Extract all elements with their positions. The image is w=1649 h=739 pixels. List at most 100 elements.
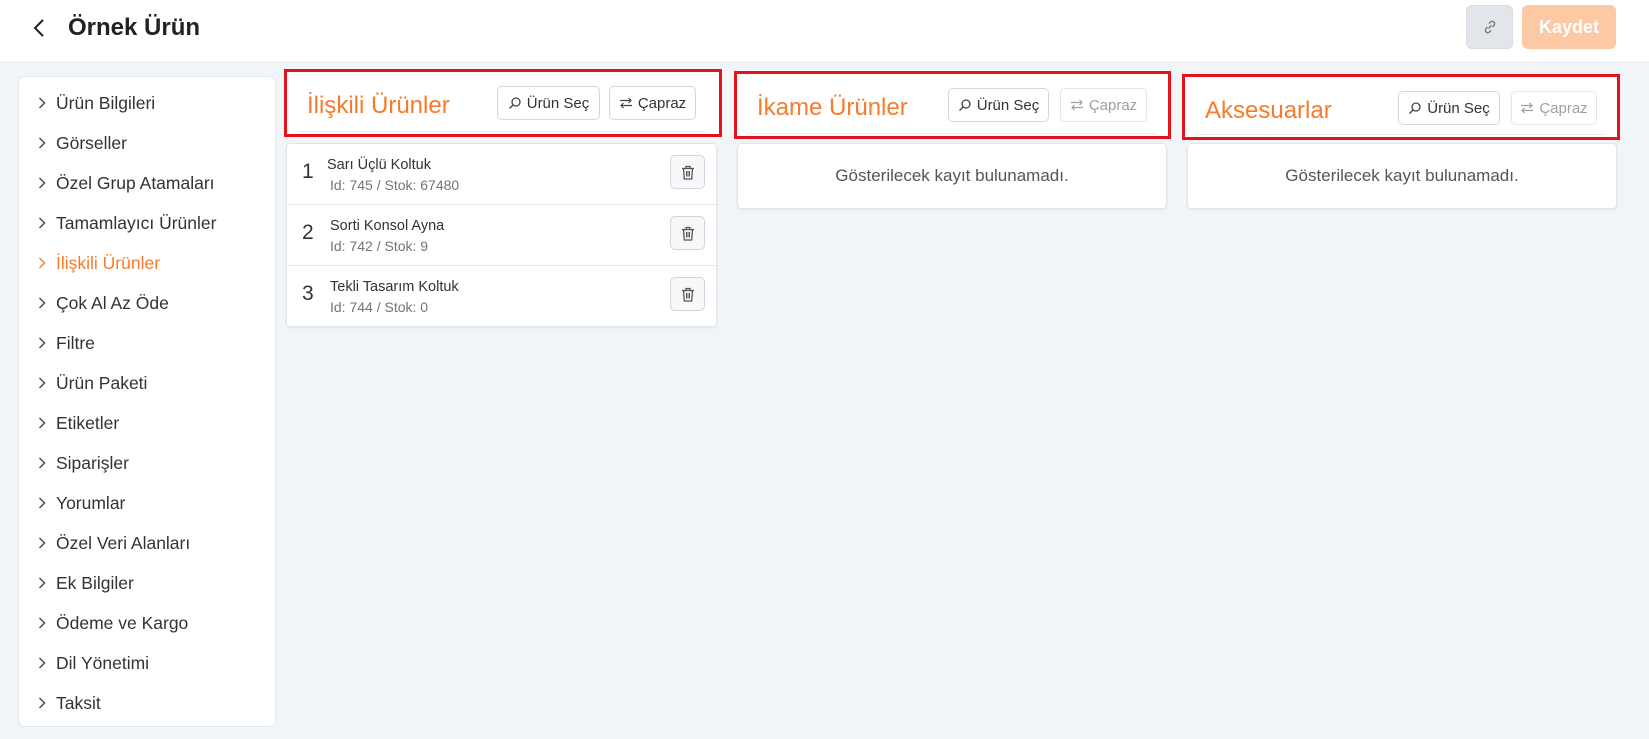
cross-label: Çapraz bbox=[1088, 96, 1138, 114]
product-meta: Id: 742 / Stok: 9 bbox=[330, 238, 429, 254]
sidebar-item-label: Ek Bilgiler bbox=[56, 572, 134, 593]
item-number: 2 bbox=[302, 221, 314, 244]
sidebar-item-label: Siparişler bbox=[56, 452, 129, 473]
chevron-right-icon bbox=[35, 336, 49, 350]
sidebar-item-label: Etiketler bbox=[56, 412, 120, 433]
chevron-right-icon bbox=[35, 136, 49, 150]
chevron-right-icon bbox=[35, 96, 49, 110]
panel-header-related-products: İlişkili Ürünler Ürün Seç Çapraz bbox=[284, 69, 722, 137]
panel-title: İkame Ürünler bbox=[757, 94, 908, 121]
search-icon bbox=[1409, 102, 1421, 114]
delete-button[interactable] bbox=[670, 216, 705, 250]
list-item: 3 Tekli Tasarım Koltuk Id: 744 / Stok: 0 bbox=[287, 266, 716, 327]
select-product-button[interactable]: Ürün Seç bbox=[948, 88, 1049, 122]
delete-button[interactable] bbox=[670, 155, 705, 189]
cross-button[interactable]: Çapraz bbox=[1511, 91, 1597, 125]
sidebar-item[interactable]: Ek Bilgiler bbox=[35, 569, 134, 597]
select-product-button[interactable]: Ürün Seç bbox=[497, 86, 600, 120]
sidebar-item[interactable]: Görseller bbox=[35, 129, 127, 157]
link-button[interactable] bbox=[1466, 5, 1513, 49]
item-number: 1 bbox=[302, 160, 314, 183]
chevron-right-icon bbox=[35, 456, 49, 470]
chevron-right-icon bbox=[35, 576, 49, 590]
panel-header-accessories: Aksesuarlar Ürün Seç Çapraz bbox=[1182, 74, 1620, 140]
chevron-right-icon bbox=[35, 616, 49, 630]
sidebar-item[interactable]: Taksit bbox=[35, 689, 101, 717]
product-name: Tekli Tasarım Koltuk bbox=[330, 279, 459, 295]
cross-button[interactable]: Çapraz bbox=[609, 86, 696, 120]
sidebar-item-label: Tamamlayıcı Ürünler bbox=[56, 212, 217, 233]
empty-state: Gösterilecek kayıt bulunamadı. bbox=[737, 143, 1167, 209]
sidebar-item-label: Özel Veri Alanları bbox=[56, 532, 191, 553]
list-item: 2 Sorti Konsol Ayna Id: 742 / Stok: 9 bbox=[287, 205, 716, 266]
sidebar-item[interactable]: Yorumlar bbox=[35, 489, 125, 517]
product-name: Sarı Üçlü Koltuk bbox=[327, 157, 431, 173]
sidebar-item-label: Görseller bbox=[56, 132, 127, 153]
link-icon bbox=[1484, 20, 1495, 34]
sidebar-item-label: İlişkili Ürünler bbox=[56, 252, 161, 273]
sidebar-item-label: Çok Al Az Öde bbox=[56, 292, 169, 313]
item-number: 3 bbox=[302, 282, 314, 305]
sidebar-item[interactable]: Siparişler bbox=[35, 449, 129, 477]
sidebar-item[interactable]: Çok Al Az Öde bbox=[35, 289, 169, 317]
sidebar-item[interactable]: Özel Grup Atamaları bbox=[35, 169, 215, 197]
chevron-right-icon bbox=[35, 296, 49, 310]
back-button[interactable] bbox=[28, 16, 52, 40]
sidebar-item[interactable]: Filtre bbox=[35, 329, 95, 357]
swap-arrows-icon bbox=[1070, 99, 1083, 111]
trash-icon bbox=[681, 287, 694, 302]
top-bar: Örnek Ürün Kaydet bbox=[0, 0, 1649, 63]
chevron-left-icon bbox=[33, 19, 44, 37]
sidebar-item-label: Özel Grup Atamaları bbox=[56, 172, 215, 193]
sidebar-item-label: Taksit bbox=[56, 692, 101, 713]
list-item: 1 Sarı Üçlü Koltuk Id: 745 / Stok: 67480 bbox=[287, 144, 716, 205]
panel-title: Aksesuarlar bbox=[1205, 97, 1332, 124]
sidebar-item[interactable]: Ürün Paketi bbox=[35, 369, 147, 397]
cross-label: Çapraz bbox=[637, 94, 687, 112]
divider bbox=[299, 131, 707, 132]
sidebar-item[interactable]: Etiketler bbox=[35, 409, 119, 437]
sidebar-item[interactable]: Tamamlayıcı Ürünler bbox=[35, 209, 216, 237]
search-icon bbox=[958, 99, 971, 111]
sidebar-item-label: Ürün Bilgileri bbox=[56, 92, 156, 113]
sidebar-item-label: Yorumlar bbox=[56, 492, 126, 513]
sidebar: Ürün Bilgileri Görseller Özel Grup Atamala… bbox=[18, 76, 276, 727]
sidebar-item[interactable]: Özel Veri Alanları bbox=[35, 529, 190, 557]
select-product-button[interactable]: Ürün Seç bbox=[1398, 91, 1500, 125]
page-title: Örnek Ürün bbox=[68, 14, 201, 41]
save-button[interactable]: Kaydet bbox=[1522, 5, 1616, 49]
sidebar-item-label: Ürün Paketi bbox=[56, 372, 148, 393]
trash-icon bbox=[681, 226, 694, 241]
delete-button[interactable] bbox=[670, 277, 705, 311]
panel-header-substitute-products: İkame Ürünler Ürün Seç Çapraz bbox=[734, 71, 1171, 139]
sidebar-item[interactable]: İlişkili Ürünler bbox=[35, 249, 160, 277]
chevron-right-icon bbox=[35, 216, 49, 230]
chevron-right-icon bbox=[35, 696, 49, 710]
product-meta: Id: 744 / Stok: 0 bbox=[330, 299, 429, 315]
chevron-right-icon bbox=[35, 496, 49, 510]
search-icon bbox=[508, 97, 521, 109]
chevron-right-icon bbox=[35, 256, 49, 270]
cross-label: Çapraz bbox=[1539, 99, 1588, 117]
divider bbox=[1197, 134, 1605, 135]
chevron-right-icon bbox=[35, 376, 49, 390]
sidebar-item[interactable]: Ödeme ve Kargo bbox=[35, 609, 188, 637]
select-product-label: Ürün Seç bbox=[526, 94, 590, 112]
swap-arrows-icon bbox=[1521, 102, 1534, 114]
swap-arrows-icon bbox=[619, 97, 632, 109]
sidebar-item-label: Filtre bbox=[56, 332, 95, 353]
panel-title: İlişkili Ürünler bbox=[307, 92, 450, 119]
chevron-right-icon bbox=[35, 176, 49, 190]
product-meta: Id: 745 / Stok: 67480 bbox=[330, 177, 460, 193]
product-name: Sorti Konsol Ayna bbox=[330, 218, 445, 234]
chevron-right-icon bbox=[35, 656, 49, 670]
chevron-right-icon bbox=[35, 536, 49, 550]
related-products-list: 1 Sarı Üçlü Koltuk Id: 745 / Stok: 67480 2 S… bbox=[286, 143, 717, 327]
sidebar-item[interactable]: Ürün Bilgileri bbox=[35, 89, 155, 117]
cross-button[interactable]: Çapraz bbox=[1060, 88, 1147, 122]
sidebar-item[interactable]: Dil Yönetimi bbox=[35, 649, 149, 677]
divider bbox=[749, 133, 1156, 134]
trash-icon bbox=[681, 165, 694, 180]
chevron-right-icon bbox=[35, 416, 49, 430]
sidebar-item-label: Dil Yönetimi bbox=[56, 652, 150, 673]
